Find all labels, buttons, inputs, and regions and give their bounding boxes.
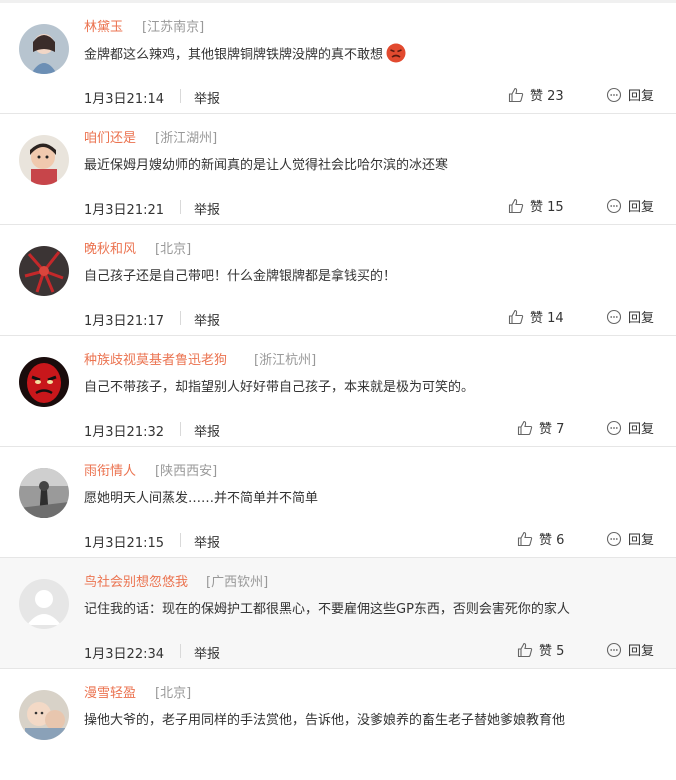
speech-bubble-icon — [606, 87, 622, 103]
comment-time: 1月3日21:14 — [84, 92, 165, 107]
like-label: 赞 — [530, 200, 544, 215]
thumbs-up-icon — [517, 531, 533, 547]
comment-item: 种族歧视莫基者鲁迅老狗 [浙江杭州] 自己不带孩子，却指望别人好好带自己孩子，本… — [0, 336, 676, 447]
comment-location: [浙江杭州] — [254, 353, 317, 368]
avatar[interactable] — [19, 357, 69, 407]
like-button[interactable]: 赞 23 — [508, 85, 564, 104]
divider — [180, 89, 181, 103]
like-count: 7 — [556, 422, 565, 437]
divider — [180, 311, 181, 325]
like-label: 赞 — [539, 533, 553, 548]
divider — [180, 533, 181, 547]
reply-button[interactable]: 回复 — [606, 85, 654, 104]
like-button[interactable]: 赞 14 — [508, 307, 564, 326]
speech-bubble-icon — [606, 420, 622, 436]
thumbs-up-icon — [517, 420, 533, 436]
comment-time: 1月3日22:34 — [84, 647, 165, 662]
reply-label: 回复 — [628, 422, 655, 437]
divider — [180, 644, 181, 658]
speech-bubble-icon — [606, 642, 622, 658]
comment-username[interactable]: 种族歧视莫基者鲁迅老狗 — [84, 349, 227, 368]
avatar[interactable] — [19, 690, 69, 740]
divider — [180, 200, 181, 214]
speech-bubble-icon — [606, 309, 622, 325]
comment-username[interactable]: 漫雪轻盈 — [84, 682, 136, 701]
comment-text: 操他大爷的，老子用同样的手法赏他，告诉他，没爹娘养的畜生老子替她爹娘教育他 — [84, 713, 566, 728]
comment-username[interactable]: 咱们还是 — [84, 127, 136, 146]
comment-time: 1月3日21:15 — [84, 536, 165, 551]
comment-username[interactable]: 雨衔情人 — [84, 460, 136, 479]
like-count: 23 — [547, 89, 564, 104]
comment-location: [北京] — [155, 242, 192, 257]
report-button[interactable]: 举报 — [194, 421, 220, 440]
thumbs-up-icon — [508, 198, 524, 214]
comment-item: 晚秋和风 [北京] 自己孩子还是自己带吧！什么金牌银牌都是拿钱买的！ 1月3日2… — [0, 225, 676, 336]
comment-time: 1月3日21:32 — [84, 425, 165, 440]
report-button[interactable]: 举报 — [194, 532, 220, 551]
avatar[interactable] — [19, 135, 69, 185]
reply-button[interactable]: 回复 — [606, 640, 654, 659]
angry-face-icon — [386, 43, 406, 67]
comment-time: 1月3日21:17 — [84, 314, 165, 329]
comment-item: 鸟社会别想忽悠我 [广西钦州] 记住我的话：现在的保姆护工都很黑心，不要雇佣这些… — [0, 558, 676, 669]
comment-username[interactable]: 晚秋和风 — [84, 238, 136, 257]
avatar[interactable] — [19, 579, 69, 629]
comment-text-content: 金牌都这么辣鸡，其他银牌铜牌铁牌没牌的真不敢想 — [84, 47, 384, 63]
reply-button[interactable]: 回复 — [606, 529, 654, 548]
reply-label: 回复 — [628, 644, 655, 659]
reply-label: 回复 — [628, 311, 655, 326]
comment-item: 雨衔情人 [陕西西安] 愿她明天人间蒸发……并不简单并不简单 1月3日21:15… — [0, 447, 676, 558]
like-label: 赞 — [539, 644, 553, 659]
comment-location: [广西钦州] — [206, 575, 269, 590]
report-button[interactable]: 举报 — [194, 643, 220, 662]
thumbs-up-icon — [508, 309, 524, 325]
speech-bubble-icon — [606, 531, 622, 547]
thumbs-up-icon — [517, 642, 533, 658]
comment-location: [浙江湖州] — [155, 131, 218, 146]
speech-bubble-icon — [606, 198, 622, 214]
like-count: 5 — [556, 644, 565, 659]
like-count: 6 — [556, 533, 565, 548]
comment-text: 愿她明天人间蒸发……并不简单并不简单 — [84, 491, 319, 506]
comment-text: 金牌都这么辣鸡，其他银牌铜牌铁牌没牌的真不敢想 — [84, 43, 654, 67]
report-button[interactable]: 举报 — [194, 199, 220, 218]
like-button[interactable]: 赞 6 — [517, 529, 564, 548]
like-count: 15 — [547, 200, 564, 215]
comment-location: [北京] — [155, 686, 192, 701]
comment-item: 漫雪轻盈 [北京] 操他大爷的，老子用同样的手法赏他，告诉他，没爹娘养的畜生老子… — [0, 669, 676, 780]
like-label: 赞 — [530, 89, 544, 104]
avatar[interactable] — [19, 468, 69, 518]
comment-text: 记住我的话：现在的保姆护工都很黑心，不要雇佣这些GP东西，否则会害死你的家人 — [84, 602, 570, 617]
reply-label: 回复 — [628, 89, 655, 104]
like-label: 赞 — [530, 311, 544, 326]
comment-username[interactable]: 林黛玉 — [84, 16, 123, 35]
reply-button[interactable]: 回复 — [606, 307, 654, 326]
thumbs-up-icon — [508, 87, 524, 103]
avatar[interactable] — [19, 24, 69, 74]
comment-time: 1月3日21:21 — [84, 203, 165, 218]
comment-item: 咱们还是 [浙江湖州] 最近保姆月嫂幼师的新闻真的是让人觉得社会比哈尔滨的冰还寒… — [0, 114, 676, 225]
reply-button[interactable]: 回复 — [606, 418, 654, 437]
avatar[interactable] — [19, 246, 69, 296]
reply-label: 回复 — [628, 200, 655, 215]
comment-location: [江苏南京] — [142, 20, 205, 35]
report-button[interactable]: 举报 — [194, 88, 220, 107]
report-button[interactable]: 举报 — [194, 310, 220, 329]
comment-text: 最近保姆月嫂幼师的新闻真的是让人觉得社会比哈尔滨的冰还寒 — [84, 158, 449, 173]
comment-text: 自己孩子还是自己带吧！什么金牌银牌都是拿钱买的！ — [84, 269, 397, 284]
reply-label: 回复 — [628, 533, 655, 548]
like-label: 赞 — [539, 422, 553, 437]
like-button[interactable]: 赞 15 — [508, 196, 564, 215]
comment-username[interactable]: 鸟社会别想忽悠我 — [84, 571, 188, 590]
like-button[interactable]: 赞 5 — [517, 640, 564, 659]
divider — [180, 422, 181, 436]
comment-location: [陕西西安] — [155, 464, 218, 479]
like-button[interactable]: 赞 7 — [517, 418, 564, 437]
comment-text: 自己不带孩子，却指望别人好好带自己孩子，本来就是极为可笑的。 — [84, 380, 475, 395]
like-count: 14 — [547, 311, 564, 326]
reply-button[interactable]: 回复 — [606, 196, 654, 215]
comment-item: 林黛玉 [江苏南京] 金牌都这么辣鸡，其他银牌铜牌铁牌没牌的真不敢想 1月3日2… — [0, 3, 676, 114]
